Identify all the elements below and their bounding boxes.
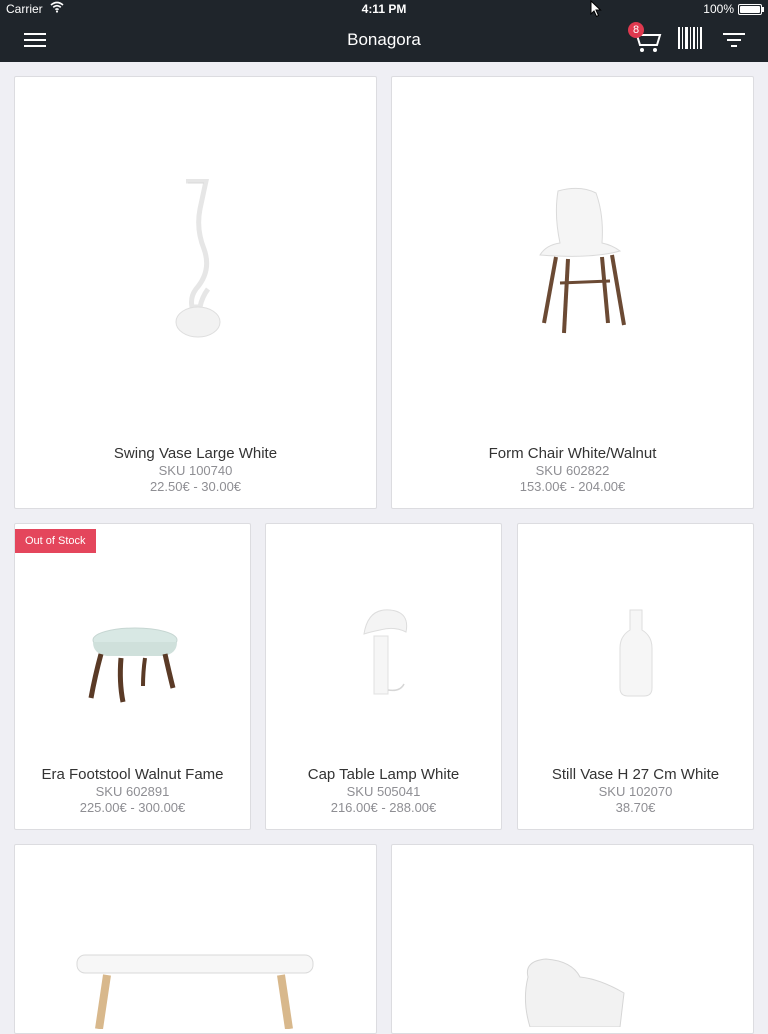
product-card[interactable]: Form Chair White/Walnut SKU 602822 153.0… bbox=[391, 76, 754, 509]
battery-icon bbox=[738, 4, 764, 15]
product-name: Era Footstool Walnut Fame bbox=[41, 766, 224, 783]
armchair-image bbox=[524, 958, 625, 1027]
clock: 4:11 PM bbox=[361, 2, 407, 16]
product-sku: SKU 602891 bbox=[95, 784, 170, 799]
barcode-icon bbox=[678, 27, 702, 49]
status-bar: Carrier 4:11 PM 100% bbox=[0, 0, 768, 18]
product-card[interactable] bbox=[14, 844, 377, 1034]
product-sku: SKU 102070 bbox=[598, 784, 673, 799]
product-price: 38.70€ bbox=[615, 800, 656, 815]
product-price: 153.00€ - 204.00€ bbox=[519, 479, 626, 494]
product-name: Form Chair White/Walnut bbox=[488, 445, 657, 462]
navigation-bar: Bonagora 8 bbox=[0, 18, 768, 62]
product-name: Still Vase H 27 Cm White bbox=[551, 766, 720, 783]
form-chair-image bbox=[539, 187, 626, 334]
table-image bbox=[76, 954, 314, 1029]
product-price: 22.50€ - 30.00€ bbox=[149, 479, 242, 494]
cart-button[interactable]: 8 bbox=[626, 22, 666, 54]
out-of-stock-badge: Out of Stock bbox=[15, 529, 96, 553]
product-card[interactable]: Out of Stock Era Footstool Walnut Fame S… bbox=[14, 523, 251, 830]
product-card[interactable]: Still Vase H 27 Cm White SKU 102070 38.7… bbox=[517, 523, 754, 830]
product-card[interactable]: Cap Table Lamp White SKU 505041 216.00€ … bbox=[265, 523, 502, 830]
cap-table-lamp-image bbox=[363, 609, 408, 695]
filter-button[interactable] bbox=[722, 30, 746, 50]
filter-icon bbox=[723, 33, 745, 47]
product-sku: SKU 505041 bbox=[346, 784, 421, 799]
product-card[interactable] bbox=[391, 844, 754, 1034]
battery-percent: 100% bbox=[703, 2, 734, 16]
still-vase-image bbox=[619, 609, 653, 697]
product-price: 225.00€ - 300.00€ bbox=[79, 800, 186, 815]
product-card[interactable]: Swing Vase Large White SKU 100740 22.50€… bbox=[14, 76, 377, 509]
product-price: 216.00€ - 288.00€ bbox=[330, 800, 437, 815]
product-name: Swing Vase Large White bbox=[113, 445, 278, 462]
product-sku: SKU 100740 bbox=[158, 463, 233, 478]
product-name: Cap Table Lamp White bbox=[307, 766, 460, 783]
product-sku: SKU 602822 bbox=[535, 463, 610, 478]
barcode-scan-button[interactable] bbox=[678, 27, 704, 51]
swing-vase-image bbox=[175, 179, 221, 338]
era-footstool-image bbox=[88, 627, 178, 703]
cart-count-badge: 8 bbox=[628, 22, 644, 38]
